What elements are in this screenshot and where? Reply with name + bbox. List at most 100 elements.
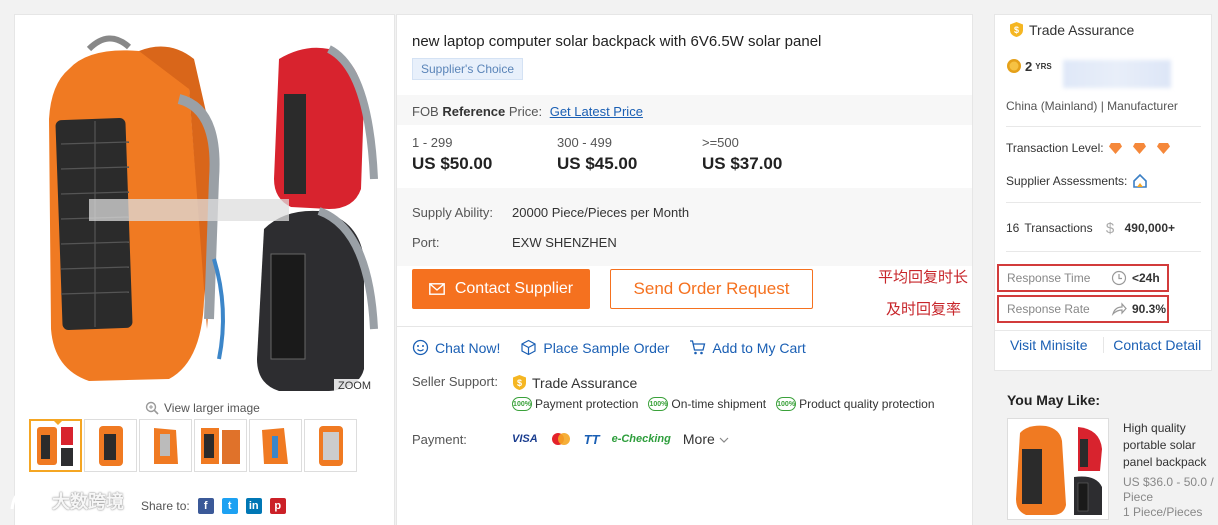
facebook-icon[interactable]: f [197, 498, 214, 514]
payment-methods: VISA TT e-Checking More [512, 431, 729, 447]
supplier-origin: China (Mainland) | Manufacturer [1006, 99, 1178, 113]
percent-badge-icon: 100% [648, 397, 669, 411]
cube-icon [521, 339, 536, 356]
transactions-label: Transactions [1024, 221, 1093, 235]
visit-minisite-link[interactable]: Visit Minisite [995, 337, 1103, 353]
diamond-icon [1108, 142, 1122, 154]
support-item: 100% Payment protection [512, 397, 638, 411]
transactions-count: 16 [1006, 221, 1020, 235]
thumbnail[interactable] [139, 419, 192, 472]
supplier-name-blurred[interactable] [1063, 60, 1171, 88]
divider [1006, 251, 1201, 252]
twitter-icon[interactable]: t [221, 498, 238, 514]
view-larger-link[interactable]: View larger image [145, 401, 260, 415]
price-tier: 1 - 299 US $50.00 [412, 135, 557, 174]
backpack-image [49, 35, 378, 391]
suppliers-choice-badge: Supplier's Choice [412, 58, 524, 80]
action-links: Chat Now! Place Sample Order Add to My C… [412, 339, 806, 356]
assessment-house-icon[interactable] [1132, 173, 1148, 189]
supplier-card: $ Trade Assurance 2 YRS China (Mainland) … [994, 14, 1212, 371]
chat-icon [412, 339, 429, 356]
recommended-product-name[interactable]: High quality portable solar panel backpa… [1123, 420, 1215, 471]
tier-price: US $45.00 [557, 154, 638, 173]
response-rate-value: 90.3% [1132, 302, 1167, 316]
supply-value: 20000 Piece/Pieces per Month [512, 205, 690, 220]
fob-price-label: Price: [508, 104, 543, 119]
zoom-label[interactable]: ZOOM [334, 379, 375, 393]
thumbnail[interactable] [304, 419, 357, 472]
add-to-cart-label: Add to My Cart [712, 339, 806, 356]
thumbnail[interactable] [84, 419, 137, 472]
thumbnail[interactable] [194, 419, 247, 472]
port-value: EXW SHENZHEN [512, 235, 617, 250]
thumbnail[interactable] [29, 419, 82, 472]
visa-icon: VISA [512, 433, 538, 445]
add-to-cart-link[interactable]: Add to My Cart [689, 339, 806, 356]
recommended-product-moq: 1 Piece/Pieces [1123, 505, 1203, 519]
mastercard-icon [551, 433, 570, 445]
thumbnail-image [154, 428, 178, 464]
thumbnail-image [201, 428, 240, 464]
trade-assurance-label: Trade Assurance [532, 374, 638, 391]
seller-support-label: Seller Support: [412, 374, 498, 389]
share-bar: Share to: f t in p [141, 498, 286, 514]
divider [397, 326, 972, 327]
support-item: 100% Product quality protection [776, 397, 935, 411]
echecking-icon: e-Checking [611, 433, 671, 445]
divider [1006, 126, 1201, 127]
magnifier-icon [145, 401, 159, 415]
more-label: More [682, 431, 715, 447]
payment-more-toggle[interactable]: More [683, 431, 729, 447]
you-may-like-section: You May Like: High quality portable sola… [994, 380, 1218, 525]
view-larger-label: View larger image [164, 401, 260, 415]
linkedin-icon[interactable]: in [245, 498, 262, 514]
share-label: Share to: [141, 499, 190, 513]
supplier-header-label: Trade Assurance [1029, 21, 1135, 38]
thumbnail-image [319, 426, 343, 466]
supply-section: Supply Ability: 20000 Piece/Pieces per M… [397, 188, 972, 266]
annotation-response-rate: 及时回复率 [886, 300, 962, 318]
thumbnail-image [262, 428, 288, 464]
tier-price: US $50.00 [412, 154, 493, 173]
response-time-box: Response Time <24h [997, 264, 1169, 292]
place-sample-order-link[interactable]: Place Sample Order [520, 339, 669, 356]
supplier-trade-assurance[interactable]: $ Trade Assurance [1009, 21, 1134, 38]
envelope-icon [428, 283, 445, 295]
years-badge: 2 YRS [1006, 58, 1052, 74]
chat-now-link[interactable]: Chat Now! [412, 339, 500, 356]
trade-assurance-link[interactable]: $ Trade Assurance [512, 374, 637, 391]
support-item-label: Product quality protection [799, 397, 935, 411]
thumbnail[interactable] [249, 419, 302, 472]
pinterest-icon[interactable]: p [269, 498, 286, 514]
divider [995, 330, 1211, 331]
support-item: 100% On-time shipment [648, 397, 766, 411]
diamond-icon [1132, 142, 1146, 154]
main-product-image[interactable]: ZOOM [29, 29, 381, 397]
recommended-product-image[interactable] [1007, 418, 1109, 520]
annotation-response-time: 平均回复时长 [878, 268, 969, 286]
chevron-down-icon [719, 437, 729, 443]
tt-icon: TT [583, 431, 600, 447]
tier-quantity: 1 - 299 [412, 135, 453, 150]
clock-icon [1111, 270, 1127, 286]
transactions-row: 16 Transactions $ 490,000+ [1006, 220, 1175, 236]
send-order-request-button[interactable]: Send Order Request [610, 269, 813, 309]
recommended-backpack-image [1016, 425, 1102, 515]
get-latest-price-link[interactable]: Get Latest Price [550, 104, 643, 119]
thumbnail-image [37, 427, 73, 466]
response-rate-box: Response Rate 90.3% [997, 295, 1169, 323]
support-item-label: On-time shipment [671, 397, 767, 411]
price-tier: 300 - 499 US $45.00 [557, 135, 702, 174]
port-row: Port: EXW SHENZHEN [412, 235, 617, 250]
response-rate-label: Response Rate [1007, 302, 1090, 316]
support-items: 100% Payment protection 100% On-time shi… [512, 397, 935, 411]
place-sample-order-label: Place Sample Order [543, 339, 670, 356]
product-title: new laptop computer solar backpack with … [412, 33, 822, 50]
contact-supplier-button[interactable]: Contact Supplier [412, 269, 590, 309]
trade-assurance-shield-icon: $ [1010, 22, 1023, 37]
watermark-logo-icon [10, 491, 48, 510]
percent-badge-icon: 100% [512, 397, 532, 411]
payment-row: Payment: VISA TT e-Checking More [412, 431, 729, 447]
contact-detail-link[interactable]: Contact Detail [1102, 337, 1212, 353]
transaction-level-label: Transaction Level: [1006, 141, 1104, 155]
